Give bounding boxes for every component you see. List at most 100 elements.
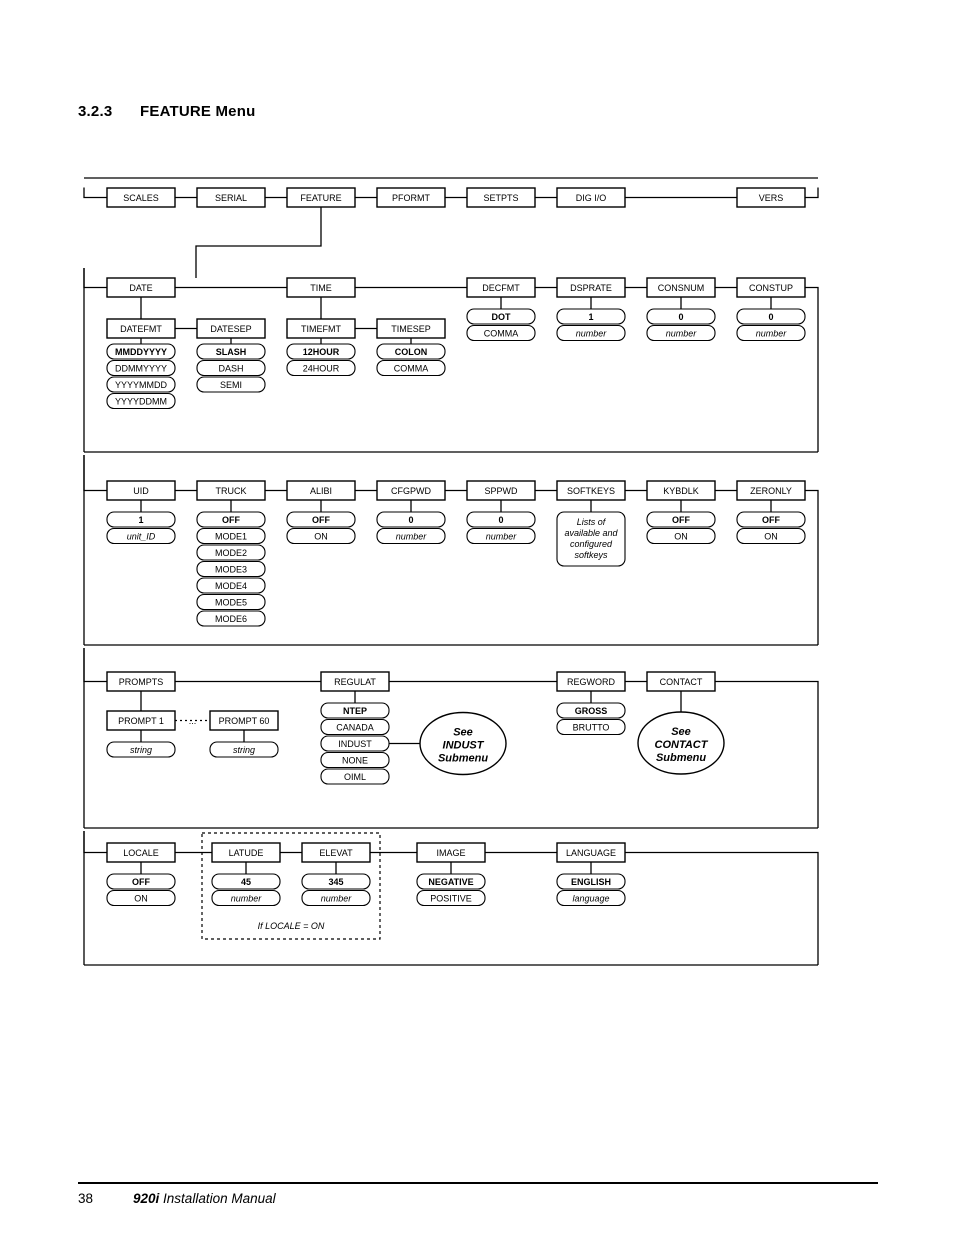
value-option-0[interactable]: 0 <box>736 308 806 325</box>
menu-node-truck[interactable]: TRUCK <box>196 480 266 501</box>
menu-node-sppwd[interactable]: SPPWD <box>466 480 536 501</box>
value-option-oiml[interactable]: OIML <box>320 768 390 785</box>
top-menu-item-setpts[interactable]: SETPTS <box>466 187 536 208</box>
menu-node-timefmt[interactable]: TIMEFMT <box>286 318 356 339</box>
value-option-unit-id[interactable]: unit_ID <box>106 527 176 545</box>
value-option-on[interactable]: ON <box>646 527 716 545</box>
value-option-on[interactable]: ON <box>736 527 806 545</box>
value-option-off[interactable]: OFF <box>736 511 806 528</box>
menu-node-prompt-1[interactable]: PROMPT 1 <box>106 710 176 731</box>
value-option-language[interactable]: language <box>556 889 626 907</box>
value-option-none[interactable]: NONE <box>320 751 390 769</box>
value-option-dash[interactable]: DASH <box>196 359 266 377</box>
value-option-dot[interactable]: DOT <box>466 308 536 325</box>
menu-node-alibi[interactable]: ALIBI <box>286 480 356 501</box>
submenu-reference[interactable]: SeeINDUSTSubmenu <box>419 711 507 776</box>
menu-node-softkeys[interactable]: SOFTKEYS <box>556 480 626 501</box>
value-option-comma[interactable]: COMMA <box>466 324 536 342</box>
top-menu-item-feature[interactable]: FEATURE <box>286 187 356 208</box>
value-option-number[interactable]: number <box>376 527 446 545</box>
value-option-gross[interactable]: GROSS <box>556 702 626 719</box>
menu-node-cfgpwd[interactable]: CFGPWD <box>376 480 446 501</box>
value-option-off[interactable]: OFF <box>286 511 356 528</box>
menu-node-consnum[interactable]: CONSNUM <box>646 277 716 298</box>
value-option-ddmmyyyy[interactable]: DDMMYYYY <box>106 359 176 377</box>
menu-node-prompts[interactable]: PROMPTS <box>106 671 176 692</box>
value-option-mode2[interactable]: MODE2 <box>196 544 266 561</box>
top-menu-item-vers[interactable]: VERS <box>736 187 806 208</box>
value-option-number[interactable]: number <box>556 324 626 342</box>
value-option-ddmmyyyy-label: DDMMYYYY <box>115 363 167 373</box>
value-option-slash[interactable]: SLASH <box>196 343 266 360</box>
value-option-comma[interactable]: COMMA <box>376 359 446 377</box>
top-menu-item-pformt[interactable]: PFORMT <box>376 187 446 208</box>
value-option-number[interactable]: number <box>736 324 806 342</box>
value-option-mode4[interactable]: MODE4 <box>196 577 266 594</box>
value-option-ntep[interactable]: NTEP <box>320 702 390 719</box>
value-option-yyyyddmm[interactable]: YYYYDDMM <box>106 392 176 410</box>
value-option-mode6[interactable]: MODE6 <box>196 610 266 627</box>
value-option-number[interactable]: number <box>211 889 281 907</box>
submenu-reference[interactable]: SeeCONTACTSubmenu <box>637 711 725 775</box>
menu-node-date[interactable]: DATE <box>106 277 176 298</box>
value-option-24hour[interactable]: 24HOUR <box>286 359 356 377</box>
value-option-canada[interactable]: CANADA <box>320 718 390 736</box>
value-option-positive[interactable]: POSITIVE <box>416 889 486 907</box>
value-option-colon[interactable]: COLON <box>376 343 446 360</box>
value-option-mmddyyyy[interactable]: MMDDYYYY <box>106 343 176 360</box>
value-option-345[interactable]: 345 <box>301 873 371 890</box>
value-option-english[interactable]: ENGLISH <box>556 873 626 890</box>
value-option-number[interactable]: number <box>466 527 536 545</box>
value-option-0[interactable]: 0 <box>646 308 716 325</box>
menu-node-uid[interactable]: UID <box>106 480 176 501</box>
value-option-on[interactable]: ON <box>106 889 176 907</box>
value-option-off[interactable]: OFF <box>106 873 176 890</box>
menu-node-datefmt[interactable]: DATEFMT <box>106 318 176 339</box>
value-option-number-label: number <box>396 531 428 541</box>
menu-node-contact[interactable]: CONTACT <box>646 671 716 692</box>
value-option-off[interactable]: OFF <box>646 511 716 528</box>
top-menu-item-scales[interactable]: SCALES <box>106 187 176 208</box>
value-option-1-label: 1 <box>138 515 143 525</box>
value-option-1[interactable]: 1 <box>106 511 176 528</box>
value-option-mode3[interactable]: MODE3 <box>196 560 266 578</box>
menu-node-regulat[interactable]: REGULAT <box>320 671 390 692</box>
menu-node-time[interactable]: TIME <box>286 277 356 298</box>
menu-node-language[interactable]: LANGUAGE <box>556 842 626 863</box>
menu-node-latude[interactable]: LATUDE <box>211 842 281 863</box>
value-option-mode1[interactable]: MODE1 <box>196 527 266 545</box>
value-option-12hour[interactable]: 12HOUR <box>286 343 356 360</box>
menu-node-zeronly[interactable]: ZERONLY <box>736 480 806 501</box>
menu-node-timesep[interactable]: TIMESEP <box>376 318 446 339</box>
top-menu-item-dig-i-o[interactable]: DIG I/O <box>556 187 626 208</box>
value-option-indust[interactable]: INDUST <box>320 735 390 752</box>
menu-node-regword[interactable]: REGWORD <box>556 671 626 692</box>
value-option-0[interactable]: 0 <box>466 511 536 528</box>
value-option-yyyymmdd[interactable]: YYYYMMDD <box>106 376 176 393</box>
value-option-number[interactable]: number <box>301 889 371 907</box>
menu-node-locale[interactable]: LOCALE <box>106 842 176 863</box>
submenu-reference-line: See <box>453 727 473 739</box>
value-option-multiline[interactable]: Lists ofavailable andconfiguredsoftkeys <box>556 511 626 567</box>
value-option-number[interactable]: number <box>646 324 716 342</box>
value-option-brutto[interactable]: BRUTTO <box>556 718 626 736</box>
menu-node-dsprate[interactable]: DSPRATE <box>556 277 626 298</box>
value-option-on[interactable]: ON <box>286 527 356 545</box>
value-option-1[interactable]: 1 <box>556 308 626 325</box>
menu-node-elevat[interactable]: ELEVAT <box>301 842 371 863</box>
value-option-string[interactable]: string <box>209 741 279 758</box>
menu-node-kybdlk[interactable]: KYBDLK <box>646 480 716 501</box>
menu-node-image[interactable]: IMAGE <box>416 842 486 863</box>
menu-node-constup[interactable]: CONSTUP <box>736 277 806 298</box>
value-option-string[interactable]: string <box>106 741 176 758</box>
top-menu-item-serial[interactable]: SERIAL <box>196 187 266 208</box>
value-option-mode5[interactable]: MODE5 <box>196 593 266 611</box>
menu-node-datesep[interactable]: DATESEP <box>196 318 266 339</box>
value-option-off[interactable]: OFF <box>196 511 266 528</box>
menu-node-prompt-60[interactable]: PROMPT 60 <box>209 710 279 731</box>
value-option-negative[interactable]: NEGATIVE <box>416 873 486 890</box>
value-option-semi[interactable]: SEMI <box>196 376 266 393</box>
value-option-45[interactable]: 45 <box>211 873 281 890</box>
value-option-0[interactable]: 0 <box>376 511 446 528</box>
menu-node-decfmt[interactable]: DECFMT <box>466 277 536 298</box>
